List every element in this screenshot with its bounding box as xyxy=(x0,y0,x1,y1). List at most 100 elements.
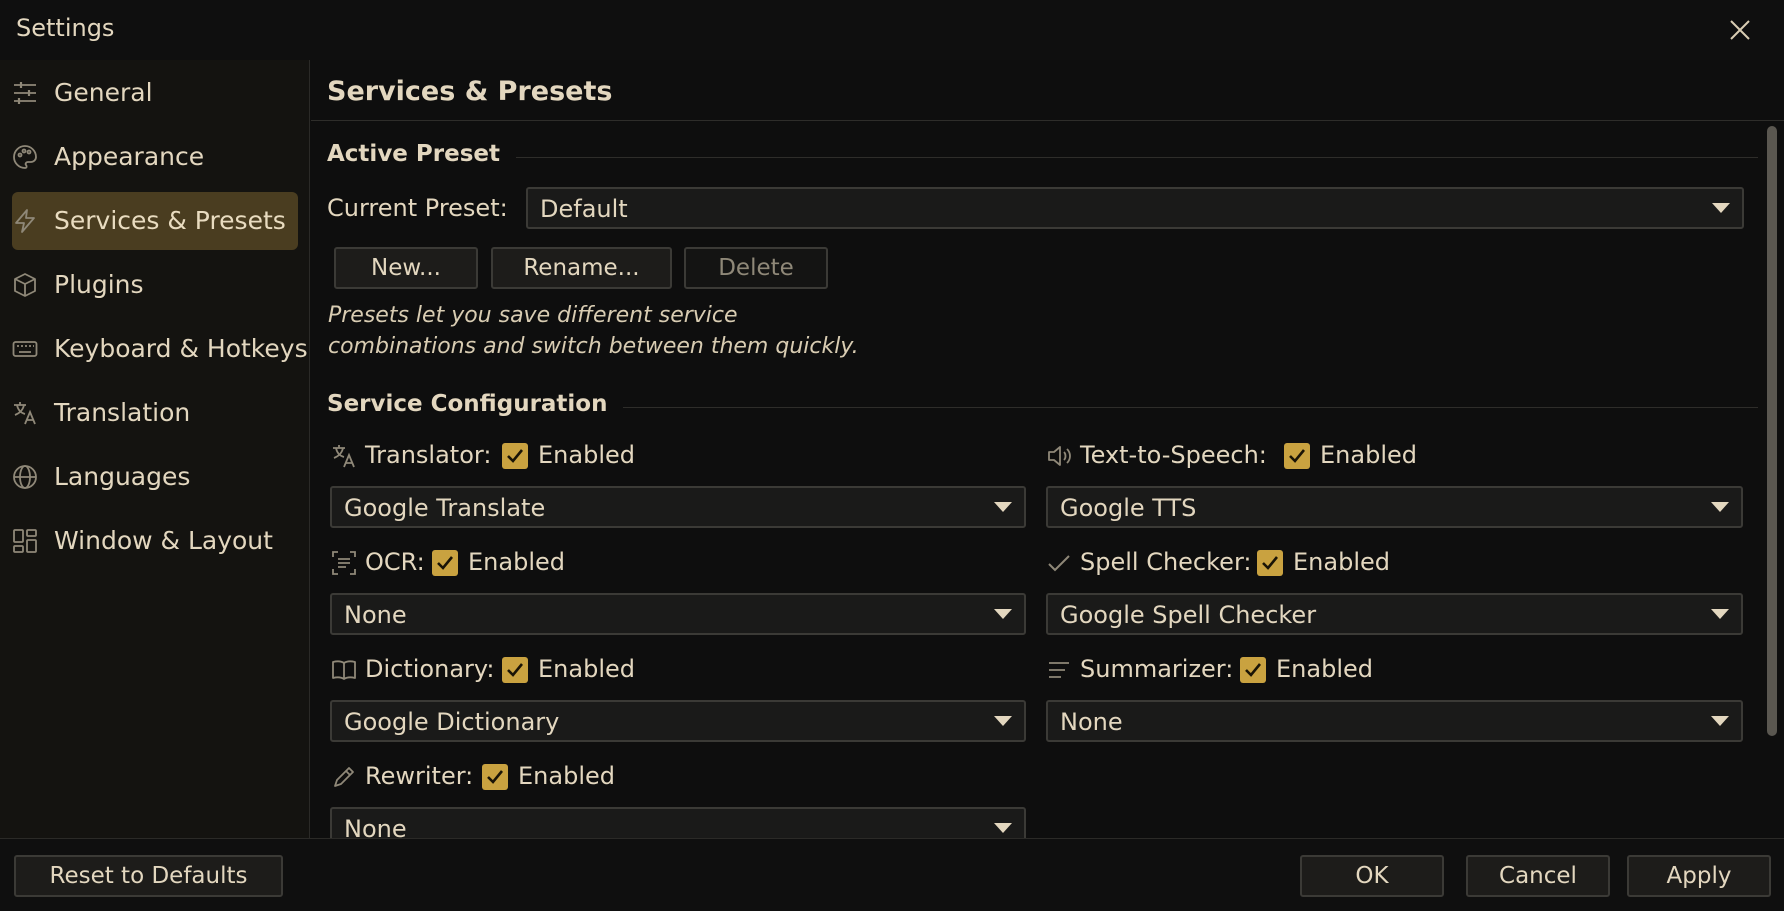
main-panel: Services & Presets Active Preset Current… xyxy=(311,60,1784,838)
layout-icon xyxy=(12,528,38,554)
sidebar-item-window-layout[interactable]: Window & Layout xyxy=(12,512,298,570)
dictionary-label: Dictionary: xyxy=(365,655,495,683)
rewriter-enabled-checkbox[interactable] xyxy=(482,764,508,790)
globe-icon xyxy=(12,464,38,490)
chevron-down-icon xyxy=(994,823,1012,833)
sidebar-item-label: Plugins xyxy=(54,270,144,299)
spell-checker-enabled-checkbox[interactable] xyxy=(1257,550,1283,576)
cancel-button[interactable]: Cancel xyxy=(1466,855,1610,897)
checkmark-icon xyxy=(437,556,454,570)
sidebar-item-label: General xyxy=(54,78,153,107)
summarizer-enabled-label: Enabled xyxy=(1276,655,1373,683)
ocr-select[interactable]: None xyxy=(330,593,1026,635)
current-preset-label: Current Preset: xyxy=(327,194,508,222)
package-icon xyxy=(12,272,38,298)
translate-icon xyxy=(12,400,38,426)
chevron-down-icon xyxy=(1711,502,1729,512)
sidebar-item-label: Keyboard & Hotkeys xyxy=(54,334,308,363)
book-icon xyxy=(331,657,357,683)
checkmark-icon xyxy=(1245,663,1262,677)
translator-enabled-checkbox[interactable] xyxy=(502,443,528,469)
rewriter-enabled-label: Enabled xyxy=(518,762,615,790)
dictionary-select-value: Google Dictionary xyxy=(344,708,560,736)
sidebar-item-keyboard-hotkeys[interactable]: Keyboard & Hotkeys xyxy=(12,320,308,378)
sidebar-item-label: Services & Presets xyxy=(54,206,286,235)
summarizer-enabled-checkbox[interactable] xyxy=(1240,657,1266,683)
palette-icon xyxy=(12,144,38,170)
reset-defaults-button[interactable]: Reset to Defaults xyxy=(14,855,283,897)
ocr-select-value: None xyxy=(344,601,407,629)
tts-select-value: Google TTS xyxy=(1060,494,1197,522)
tts-enabled-checkbox[interactable] xyxy=(1284,443,1310,469)
chevron-down-icon xyxy=(994,716,1012,726)
scroll-clip: None xyxy=(311,800,1761,838)
tts-enabled-label: Enabled xyxy=(1320,441,1417,469)
pencil-icon xyxy=(331,764,357,790)
page-title: Services & Presets xyxy=(327,76,613,107)
section-divider xyxy=(516,157,1758,158)
window-title: Settings xyxy=(16,14,115,42)
sidebar-item-general[interactable]: General xyxy=(12,64,298,122)
preset-select-value: Default xyxy=(540,195,628,223)
dictionary-select[interactable]: Google Dictionary xyxy=(330,700,1026,742)
keyboard-icon xyxy=(12,336,38,362)
rewriter-select[interactable]: None xyxy=(330,807,1026,838)
sidebar-item-label: Window & Layout xyxy=(54,526,273,555)
preset-hint-line1: Presets let you save different service xyxy=(328,303,738,328)
preset-hint-line2: combinations and switch between them qui… xyxy=(328,334,859,359)
translate-icon xyxy=(331,443,357,469)
checkmark-icon xyxy=(1262,556,1279,570)
delete-preset-button[interactable]: Delete xyxy=(684,247,828,289)
apply-button[interactable]: Apply xyxy=(1627,855,1771,897)
sidebar-item-appearance[interactable]: Appearance xyxy=(12,128,298,186)
tts-label: Text-to-Speech: xyxy=(1080,441,1267,469)
active-preset-heading: Active Preset xyxy=(327,141,500,167)
close-icon xyxy=(1730,20,1750,40)
new-preset-button[interactable]: New... xyxy=(334,247,478,289)
sidebar-item-translation[interactable]: Translation xyxy=(12,384,298,442)
chevron-down-icon xyxy=(994,609,1012,619)
sidebar-item-services-presets[interactable]: Services & Presets xyxy=(12,192,298,250)
ocr-enabled-checkbox[interactable] xyxy=(432,550,458,576)
dictionary-enabled-checkbox[interactable] xyxy=(502,657,528,683)
checkmark-icon xyxy=(487,770,504,784)
preset-hint: Presets let you save different service c… xyxy=(328,300,859,362)
dictionary-enabled-label: Enabled xyxy=(538,655,635,683)
spell-checker-select[interactable]: Google Spell Checker xyxy=(1046,593,1743,635)
sidebar-item-languages[interactable]: Languages xyxy=(12,448,298,506)
service-config-heading: Service Configuration xyxy=(327,391,608,417)
checkmark-icon xyxy=(1289,449,1306,463)
sidebar-item-label: Appearance xyxy=(54,142,205,171)
rewriter-select-value: None xyxy=(344,815,407,838)
title-divider xyxy=(311,120,1784,121)
chevron-down-icon xyxy=(1711,609,1729,619)
sidebar: General Appearance Services & Presets Pl… xyxy=(0,60,310,838)
sliders-icon xyxy=(12,80,38,106)
title-bar: Settings xyxy=(0,0,1784,60)
section-divider xyxy=(623,407,1758,408)
preset-select[interactable]: Default xyxy=(526,187,1744,229)
summarizer-select[interactable]: None xyxy=(1046,700,1743,742)
lightning-icon xyxy=(12,208,38,234)
close-button[interactable] xyxy=(1724,14,1756,46)
spell-checker-label: Spell Checker: xyxy=(1080,548,1252,576)
translator-select[interactable]: Google Translate xyxy=(330,486,1026,528)
chevron-down-icon xyxy=(994,502,1012,512)
rewriter-label: Rewriter: xyxy=(365,762,474,790)
translator-label: Translator: xyxy=(365,441,492,469)
sidebar-item-label: Languages xyxy=(54,462,191,491)
dialog-footer: Reset to Defaults OK Cancel Apply xyxy=(0,838,1784,911)
ok-button[interactable]: OK xyxy=(1300,855,1444,897)
chevron-down-icon xyxy=(1712,203,1730,213)
rename-preset-button[interactable]: Rename... xyxy=(491,247,672,289)
summarizer-label: Summarizer: xyxy=(1080,655,1234,683)
ocr-enabled-label: Enabled xyxy=(468,548,565,576)
ocr-scan-icon xyxy=(331,550,357,576)
check-icon xyxy=(1046,550,1072,576)
chevron-down-icon xyxy=(1711,716,1729,726)
sidebar-item-plugins[interactable]: Plugins xyxy=(12,256,298,314)
spell-checker-select-value: Google Spell Checker xyxy=(1060,601,1317,629)
spell-checker-enabled-label: Enabled xyxy=(1293,548,1390,576)
scrollbar-thumb[interactable] xyxy=(1767,126,1777,736)
tts-select[interactable]: Google TTS xyxy=(1046,486,1743,528)
